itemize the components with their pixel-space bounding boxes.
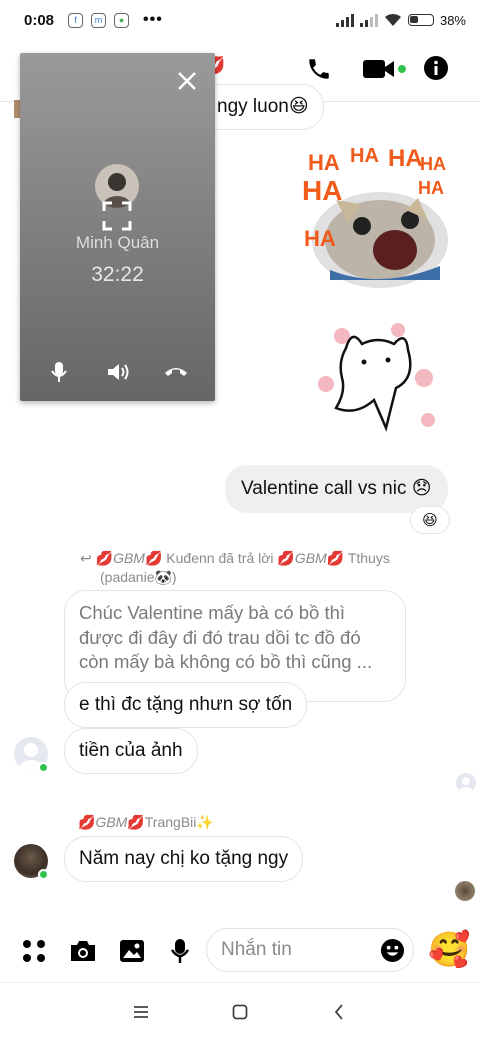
menu-icon[interactable]: [134, 1006, 148, 1018]
more-notifications-indicator: •••: [143, 11, 163, 28]
svg-text:HA: HA: [302, 175, 342, 206]
svg-text:HA: HA: [388, 145, 423, 172]
android-notification-icon: ●: [114, 12, 130, 28]
message-reaction[interactable]: 😆: [410, 506, 450, 534]
caller-name: Minh Quân: [75, 233, 160, 252]
svg-text:HA: HA: [420, 154, 446, 174]
quoted-message-text: Chúc Valentine mấy bà có bồ thì được đi …: [79, 602, 373, 672]
status-time: 0:08: [24, 11, 55, 29]
message-text: Valentine call vs nic 😞: [241, 478, 432, 499]
lips-icon: 💋: [95, 550, 114, 566]
speaker-icon[interactable]: [107, 362, 131, 382]
emoji-picker-icon[interactable]: [380, 938, 405, 963]
seen-indicator-avatar: [455, 881, 475, 901]
message-bubble[interactable]: tiền của ảnh: [64, 728, 198, 774]
active-call-indicator: [396, 63, 408, 75]
more-actions-icon[interactable]: [22, 939, 46, 963]
cell-signal-icon: [335, 13, 354, 27]
status-bar: 0:08 f m ● ••• 38%: [0, 0, 480, 40]
svg-text:HA: HA: [304, 226, 336, 251]
home-icon[interactable]: [232, 1004, 248, 1020]
wifi-icon: [384, 13, 401, 26]
lips-icon: 💋: [144, 550, 163, 566]
battery-icon: [407, 14, 434, 26]
reply-target-tag: GBM: [294, 550, 327, 566]
lips-icon: 💋: [127, 814, 145, 830]
online-status-dot: [38, 869, 49, 880]
reply-context-label-2: (padanie🐼): [100, 568, 177, 587]
lips-icon: 💋: [277, 550, 295, 566]
reply-sender-tag: GBM: [113, 550, 145, 566]
svg-text:HA: HA: [308, 150, 340, 175]
reply-target-nickname: (padanie🐼): [100, 569, 177, 585]
reply-arrow-icon: ↩: [80, 550, 96, 566]
quick-reaction-button[interactable]: 🥰: [428, 930, 470, 970]
svg-text:HA: HA: [418, 178, 444, 198]
close-icon[interactable]: [177, 71, 197, 91]
system-navigation-bar: [0, 982, 480, 1040]
message-bubble[interactable]: e thì đc tặng nhưn sợ tốn: [64, 682, 308, 728]
camera-icon[interactable]: [69, 939, 97, 963]
floating-call-window[interactable]: Minh Quân 32:22: [20, 53, 215, 401]
message-composer: Nhắn tin 🥰: [0, 922, 480, 980]
messenger-notification-icon: m: [91, 12, 107, 28]
reply-target-name: Tthuys: [344, 550, 390, 566]
gallery-icon[interactable]: [119, 939, 145, 963]
info-icon[interactable]: [423, 55, 449, 81]
lips-icon: 💋: [326, 550, 345, 566]
sticker-white-cat[interactable]: [312, 318, 442, 433]
battery-percent: 38%: [439, 12, 466, 28]
svg-text:HA: HA: [350, 145, 379, 167]
message-text: Năm nay chị ko tặng ngy: [79, 848, 289, 869]
video-call-icon[interactable]: [362, 58, 396, 80]
sticker-cat-haha-image: HA HA HA HA HA HA HA: [302, 145, 448, 288]
message-input-placeholder: Nhắn tin: [221, 939, 292, 960]
facebook-notification-icon: f: [68, 12, 84, 28]
phone-call-icon[interactable]: [306, 56, 332, 82]
reply-text-middle: Kuđenn đã trả lời: [162, 550, 278, 566]
sticker-white-cat-image: [318, 323, 435, 432]
reply-context-label: ↩ 💋GBM💋 Kuđenn đã trả lời 💋GBM💋 Tthuys: [80, 549, 390, 568]
call-duration: 32:22: [91, 263, 144, 286]
message-text: e thì đc tặng nhưn sợ tốn: [79, 694, 293, 715]
cell-signal-2-icon: [359, 13, 378, 27]
message-bubble[interactable]: ngy luon😆: [196, 84, 324, 130]
sender-name: TrangBii✨: [144, 814, 214, 830]
voice-record-icon[interactable]: [171, 938, 189, 964]
end-call-icon[interactable]: [164, 365, 188, 377]
message-text: ngy luon😆: [217, 96, 309, 117]
message-bubble[interactable]: Năm nay chị ko tặng ngy: [64, 836, 304, 882]
seen-indicator-avatar: [456, 773, 476, 793]
reaction-emoji: 😆: [422, 512, 438, 529]
microphone-icon[interactable]: [51, 361, 67, 383]
online-status-dot: [38, 762, 49, 773]
lips-icon: 💋: [78, 814, 96, 830]
sent-message-bubble[interactable]: Valentine call vs nic 😞: [225, 465, 448, 513]
sender-tag: GBM: [95, 814, 128, 830]
expand-icon[interactable]: [102, 201, 132, 231]
sender-name-label: 💋GBM💋TrangBii✨: [78, 813, 214, 832]
message-text: tiền của ảnh: [79, 740, 183, 761]
sticker-cat-haha[interactable]: HA HA HA HA HA HA HA: [300, 140, 455, 290]
back-icon[interactable]: [334, 1004, 344, 1020]
